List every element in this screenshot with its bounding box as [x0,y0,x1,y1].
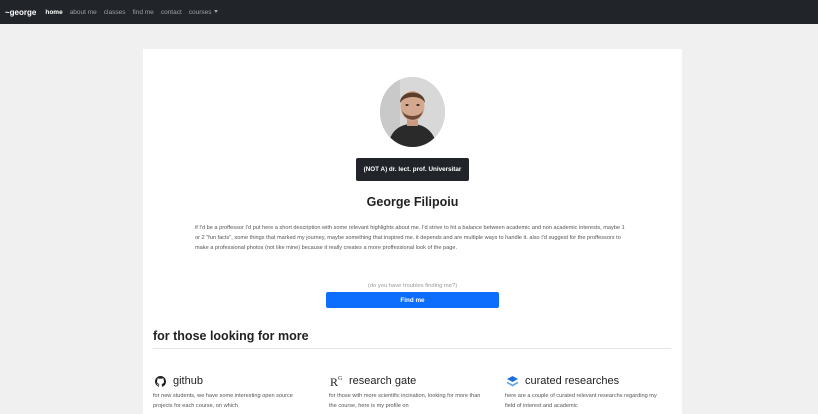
svg-text:R: R [330,375,338,388]
research-gate-card[interactable]: RG research gate for those with more sci… [329,374,489,411]
curated-researches-title: curated researches [525,375,620,387]
github-description: for new students, we have some interesti… [153,393,293,409]
curated-researches-card[interactable]: curated researches here are a couple of … [505,374,665,411]
avatar [380,77,445,147]
chevron-down-icon [213,10,218,14]
svg-text:G: G [338,376,343,382]
nav-link-contact[interactable]: contact [161,9,182,16]
find-me-button[interactable]: Find me [326,292,499,308]
research-gate-description: for those with more scientific incinatio… [329,393,481,409]
github-link[interactable]: github [153,374,313,388]
layers-icon [505,374,519,388]
research-gate-title: research gate [349,375,417,387]
nav-link-courses-label: courses [188,8,212,16]
github-title: github [173,375,203,387]
research-gate-link[interactable]: RG research gate [329,374,489,388]
brand-logo[interactable]: ~george [5,8,36,17]
nav-link-classes[interactable]: classes [104,9,126,16]
section-title: for those looking for more [153,329,309,343]
nav-link-home[interactable]: home [45,9,62,16]
divider [153,348,671,349]
curated-researches-description: here are a couple of curated relevant re… [505,393,657,409]
researchgate-icon: RG [329,374,343,388]
title-badge: (NOT A) dr. lect. prof. Universitar [356,158,469,181]
find-me-hint: (do you have troubles finding me?) [367,283,458,289]
profile-card: (NOT A) dr. lect. prof. Universitar Geor… [143,49,682,414]
curated-researches-link[interactable]: curated researches [505,374,665,388]
profile-photo-icon [380,77,445,147]
bio-text: if I'd be a proffessor I'd put here a sh… [195,225,625,251]
page-title: George Filipoiu [366,195,459,209]
nav-link-about-me[interactable]: about me [70,9,97,16]
github-card[interactable]: github for new students, we have some in… [153,374,313,411]
nav-dropdown-courses[interactable]: courses [189,9,218,16]
navbar: ~george home about me classes find me co… [0,0,818,24]
github-icon [153,374,167,388]
nav-link-find-me[interactable]: find me [132,9,153,16]
